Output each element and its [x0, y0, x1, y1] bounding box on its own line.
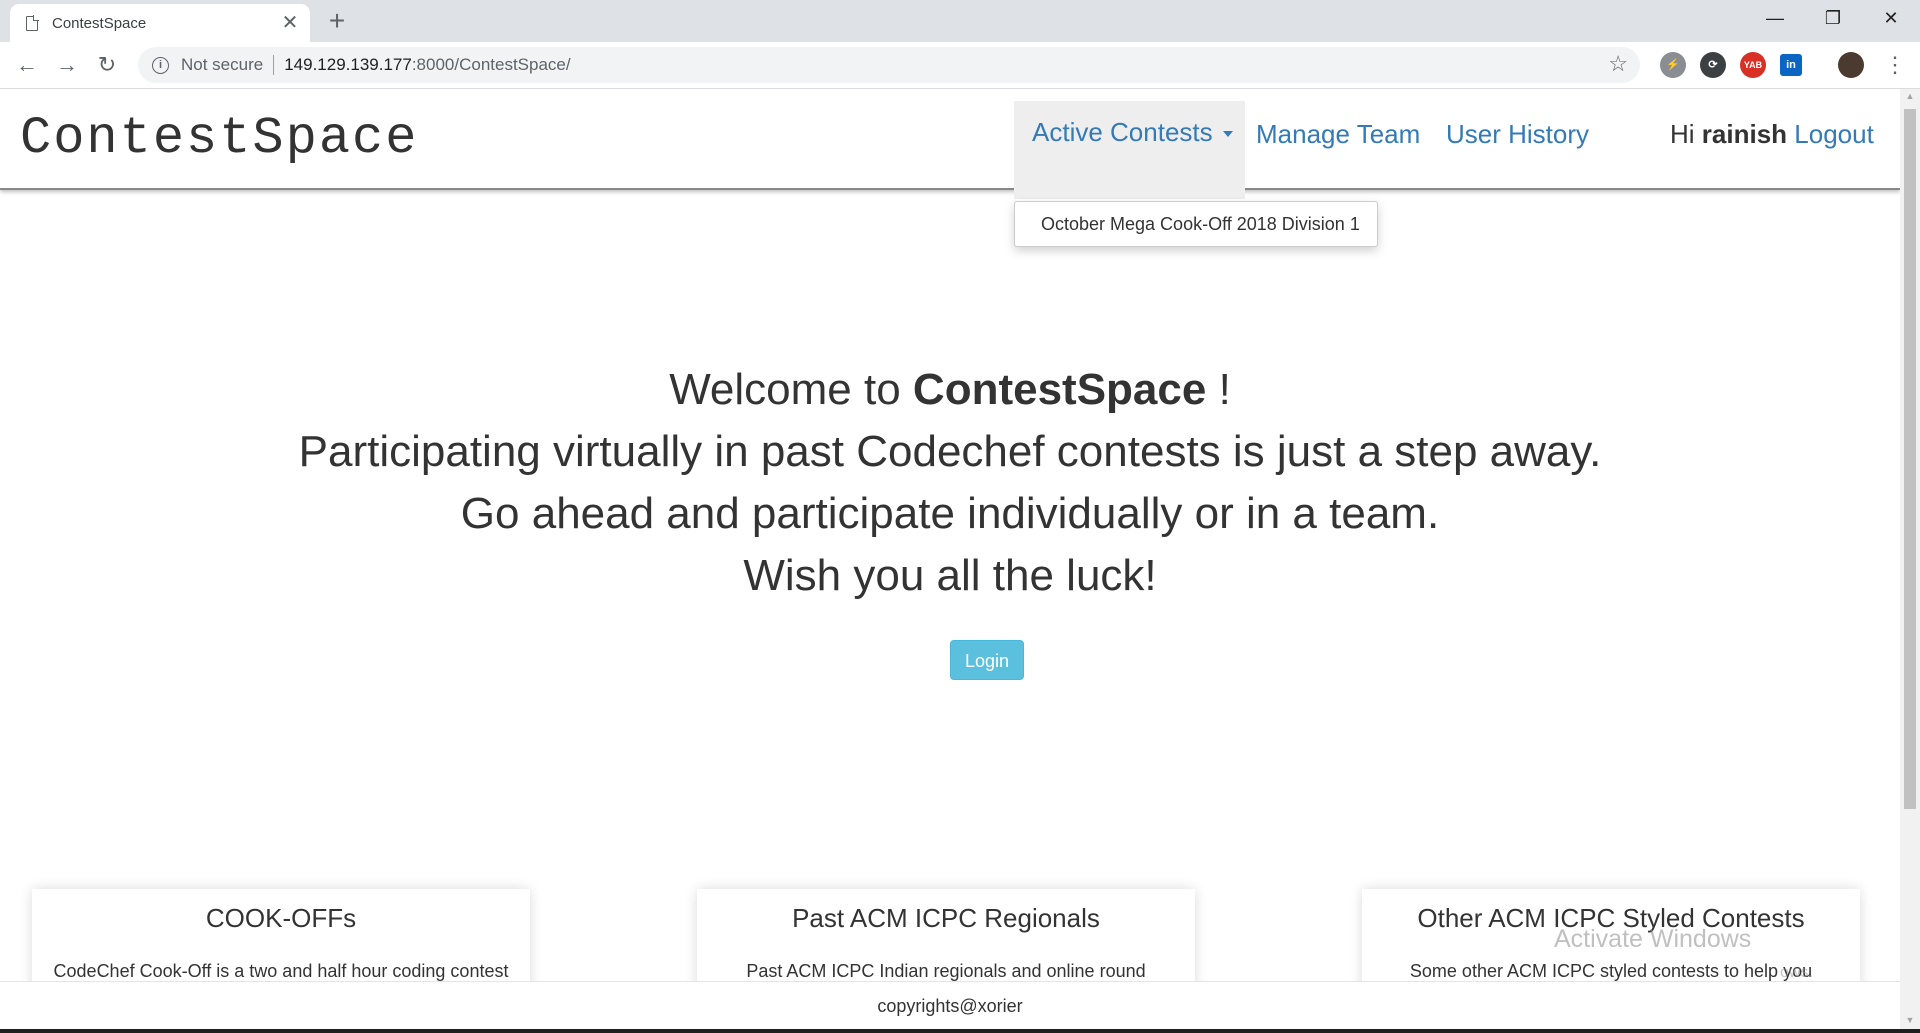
maximize-button[interactable]: ❐ — [1804, 0, 1862, 36]
welcome-line-3: Go ahead and participate individually or… — [460, 489, 1440, 538]
card-title: Past ACM ICPC Regionals — [792, 903, 1100, 933]
user-greeting: Hi rainish Logout — [1670, 119, 1874, 150]
reload-button[interactable]: ↻ — [92, 50, 122, 80]
browser-tab[interactable]: ContestSpace ✕ — [10, 4, 310, 42]
active-contests-highlight — [1014, 101, 1245, 199]
scroll-down-icon[interactable]: ▼ — [1904, 1015, 1916, 1029]
bookmark-star-icon[interactable]: ☆ — [1608, 51, 1628, 77]
browser-tabstrip: ContestSpace ✕ + — ❐ ✕ — [0, 0, 1920, 42]
omnibox-separator — [273, 55, 275, 75]
info-icon[interactable]: i — [152, 56, 169, 74]
activate-windows-watermark: Activate Windows — [1554, 925, 1752, 953]
back-button[interactable]: ← — [12, 50, 42, 80]
tab-title: ContestSpace — [52, 14, 147, 32]
window-close-button[interactable]: ✕ — [1862, 0, 1920, 36]
minimize-button[interactable]: — — [1746, 0, 1804, 36]
caret-down-icon — [1222, 131, 1233, 138]
welcome-brand: ContestSpace — [912, 365, 1207, 414]
active-contests-dropdown: October Mega Cook-Off 2018 Division 1 — [1014, 201, 1378, 247]
site-footer: copyrights@xorier — [0, 981, 1900, 1032]
scrollbar-thumb[interactable] — [1904, 109, 1916, 809]
forward-button[interactable]: → — [52, 50, 82, 80]
yab-extension-icon[interactable]: YAB — [1740, 52, 1766, 78]
welcome-line-2: Participating virtually in past Codechef… — [298, 427, 1602, 476]
card-description: Past ACM ICPC Indian regionals and onlin… — [746, 961, 1146, 981]
taskbar-edge — [0, 1029, 1920, 1033]
browser-menu-icon[interactable]: ⋮ — [1880, 50, 1910, 80]
nav-manage-team[interactable]: Manage Team — [1256, 119, 1420, 150]
url-host[interactable]: 149.129.139.177 — [284, 55, 412, 75]
page-viewport: ContestSpace Active Contests Manage Team… — [0, 89, 1900, 1033]
card-description: CodeChef Cook-Off is a two and half hour… — [53, 961, 509, 981]
username: rainish — [1701, 119, 1788, 149]
logout-link[interactable]: Logout — [1794, 119, 1874, 149]
new-tab-button[interactable]: + — [322, 6, 352, 36]
site-navbar: ContestSpace Active Contests Manage Team… — [0, 89, 1900, 199]
dropdown-item-contest[interactable]: October Mega Cook-Off 2018 Division 1 — [1041, 214, 1360, 235]
profile-avatar[interactable] — [1838, 52, 1864, 78]
welcome-suffix: ! — [1206, 365, 1231, 414]
site-brand[interactable]: ContestSpace — [20, 109, 418, 168]
activate-windows-subtext: ows. — [1780, 964, 1813, 981]
page-scrollbar[interactable]: ▲ ▼ — [1900, 89, 1920, 1033]
url-path[interactable]: :8000/ContestSpace/ — [412, 55, 571, 75]
tab-close-icon[interactable]: ✕ — [278, 11, 302, 35]
login-button[interactable]: Login — [950, 640, 1024, 680]
nav-active-contests[interactable]: Active Contests — [1032, 117, 1233, 148]
lightning-extension-icon[interactable]: ⚡ — [1660, 52, 1686, 78]
address-bar[interactable]: i Not secure 149.129.139.177:8000/Contes… — [138, 47, 1640, 83]
welcome-line-1: Welcome to ContestSpace ! — [0, 359, 1900, 421]
page-icon — [26, 15, 39, 31]
sync-extension-icon[interactable]: ⟳ — [1700, 52, 1726, 78]
nav-user-history[interactable]: User History — [1446, 119, 1589, 150]
scroll-up-icon[interactable]: ▲ — [1904, 91, 1916, 105]
welcome-line-4: Wish you all the luck! — [743, 551, 1157, 600]
greeting-text: Hi — [1670, 119, 1695, 149]
welcome-message: Welcome to ContestSpace ! Participating … — [0, 359, 1900, 607]
browser-toolbar: ← → ↻ i Not secure 149.129.139.177:8000/… — [0, 42, 1920, 89]
linkedin-extension-icon[interactable]: in — [1780, 54, 1802, 76]
nav-active-contests-label: Active Contests — [1032, 117, 1213, 147]
card-title: COOK-OFFs — [205, 903, 357, 933]
security-label[interactable]: Not secure — [181, 55, 263, 75]
welcome-prefix: Welcome to — [669, 365, 901, 414]
